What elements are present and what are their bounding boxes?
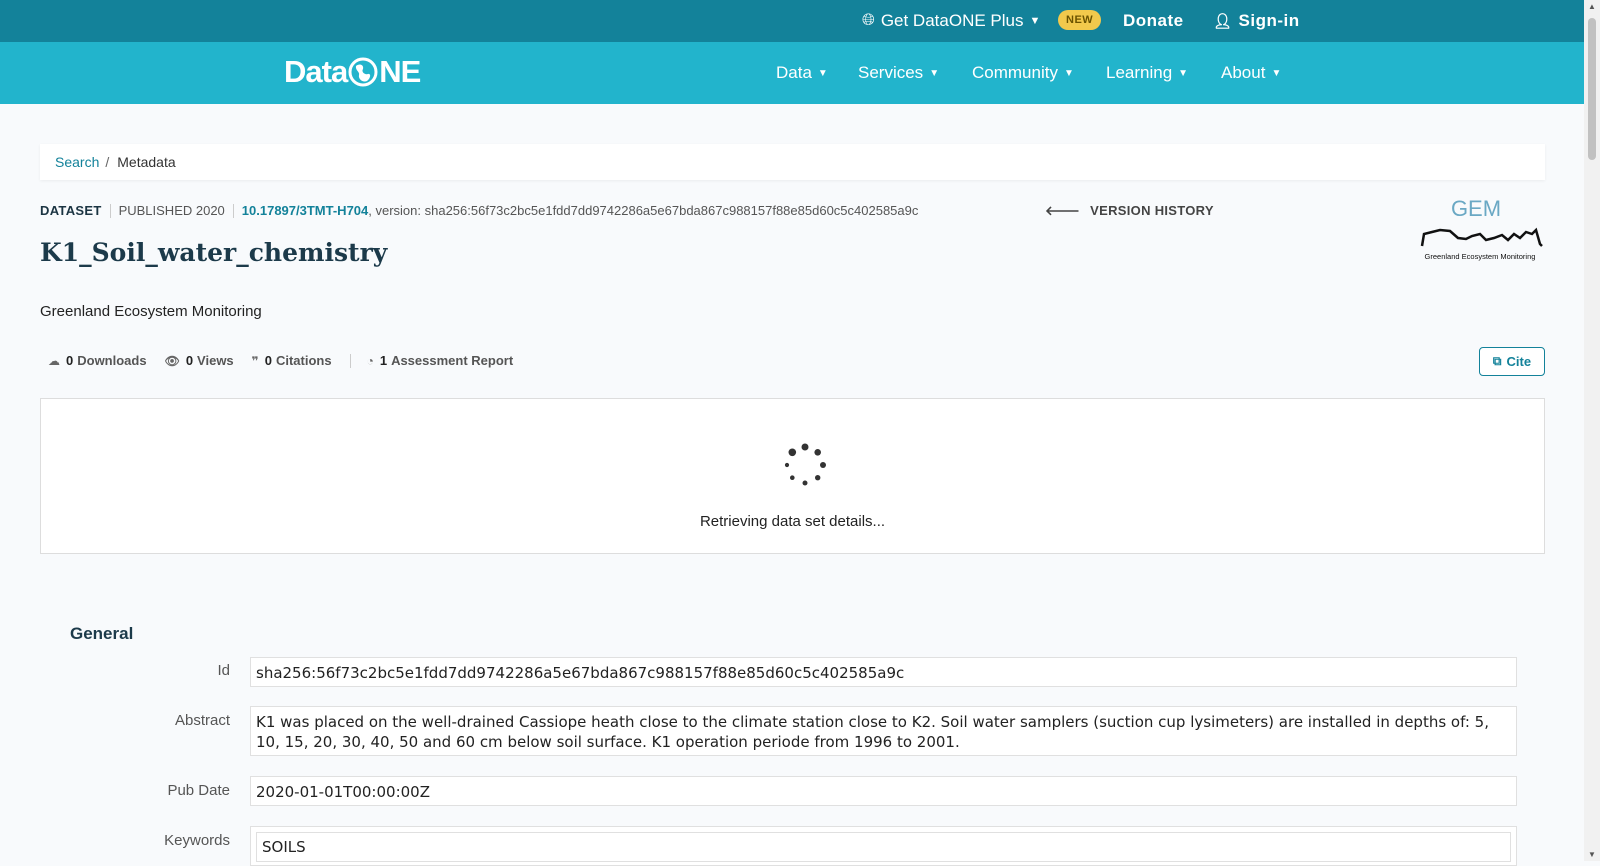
downloads-stat: ☁︎ 0 Downloads xyxy=(48,353,147,368)
globe-icon: 🌐︎ xyxy=(862,12,875,29)
quote-icon: ❞ xyxy=(251,353,259,368)
gem-logo-caption: Greenland Ecosystem Monitoring xyxy=(1425,252,1536,261)
nav-community-label: Community xyxy=(972,63,1058,82)
cite-button[interactable]: ⧉ Cite xyxy=(1479,347,1545,376)
cite-label: Cite xyxy=(1506,354,1532,369)
pub-date-value: 2020-01-01T00:00:00Z xyxy=(250,776,1517,806)
keyword-item: SOILS xyxy=(256,832,1511,862)
pub-date-label: Pub Date xyxy=(167,782,230,799)
chevron-down-icon: ▼ xyxy=(1063,67,1074,79)
loading-panel: Retrieving data set details... xyxy=(40,398,1545,554)
nav-services-label: Services xyxy=(858,63,924,82)
nav-learning[interactable]: Learning ▼ xyxy=(1106,42,1188,104)
cloud-download-icon: ☁︎ xyxy=(48,353,60,368)
breadcrumb-separator: / xyxy=(105,154,110,170)
general-heading: General xyxy=(70,624,134,643)
version-history-label: VERSION HISTORY xyxy=(1090,203,1214,218)
sign-in-label: Sign-in xyxy=(1238,11,1300,30)
divider xyxy=(349,353,351,368)
chevron-down-icon: ▼ xyxy=(1271,67,1282,79)
logo-text-left: Data xyxy=(284,54,348,89)
keywords-label: Keywords xyxy=(164,832,230,849)
nav-learning-label: Learning xyxy=(1106,63,1173,82)
nav-about[interactable]: About ▼ xyxy=(1221,42,1281,104)
breadcrumb-current: Metadata xyxy=(117,154,176,170)
nav-services[interactable]: Services ▼ xyxy=(858,42,939,104)
dataone-logo[interactable]: Data NE xyxy=(284,54,421,90)
nav-about-label: About xyxy=(1221,63,1266,82)
views-stat: 👁︎ 0 Views xyxy=(165,353,234,368)
reports-count: 1 xyxy=(379,353,388,368)
gem-logo-text: GEM xyxy=(1451,198,1501,221)
citations-count: 0 xyxy=(264,353,272,368)
loading-text: Retrieving data set details... xyxy=(699,513,886,530)
breadcrumb-search-link[interactable]: Search xyxy=(55,154,99,170)
scroll-down-icon[interactable]: ▼ xyxy=(1584,850,1600,859)
dataset-title: K1_Soil_water_chemistry xyxy=(40,238,388,267)
citations-label: Citations xyxy=(275,353,332,368)
eye-icon: 👁︎ xyxy=(164,353,180,368)
scroll-up-icon[interactable]: ▲ xyxy=(1584,2,1600,11)
id-label: Id xyxy=(217,662,230,679)
downloads-count: 0 xyxy=(66,353,74,368)
nav-data[interactable]: Data ▼ xyxy=(776,42,828,104)
user-icon: 👤︎ xyxy=(1213,13,1233,30)
copy-icon: ⧉ xyxy=(1492,354,1502,368)
top-utility-bar: 🌐︎ Get DataONE Plus ▼ NEW Donate 👤︎ Sign… xyxy=(0,0,1584,42)
gem-logo: GEM Greenland Ecosystem Monitoring xyxy=(1420,198,1543,261)
nav-data-label: Data xyxy=(776,63,812,82)
downloads-label: Downloads xyxy=(77,353,147,368)
dataset-meta-line: DATASET PUBLISHED 2020 10.17897/3TMT-H70… xyxy=(40,203,918,218)
doi-link[interactable]: 10.17897/3TMT-H704 xyxy=(242,203,368,218)
page-scrollbar[interactable]: ▲ ▼ xyxy=(1584,0,1600,861)
citations-stat: ❞ 0 Citations xyxy=(252,353,332,368)
divider xyxy=(109,203,111,218)
get-dataone-plus-menu[interactable]: 🌐︎ Get DataONE Plus ▼ xyxy=(862,0,1040,42)
dataset-stats: ☁︎ 0 Downloads 👁︎ 0 Views ❞ 0 Citations … xyxy=(48,353,531,368)
loading-spinner-icon xyxy=(784,443,826,486)
keywords-box: SOILS xyxy=(250,826,1517,866)
abstract-label: Abstract xyxy=(174,712,230,729)
chevron-down-icon: ▼ xyxy=(817,67,828,79)
dataset-type: DATASET xyxy=(40,203,102,218)
get-dataone-plus-label: Get DataONE Plus xyxy=(880,11,1024,30)
breadcrumb: Search / Metadata xyxy=(40,144,1545,180)
globe-logo-icon xyxy=(348,57,378,87)
logo-text-right: NE xyxy=(379,54,421,89)
assessment-report-link[interactable]: ◔ 1 Assessment Report xyxy=(367,353,514,368)
dataset-organization: Greenland Ecosystem Monitoring xyxy=(40,303,262,320)
views-label: Views xyxy=(197,353,234,368)
published-year: PUBLISHED 2020 xyxy=(118,203,225,218)
version-history-link[interactable]: 🡐 VERSION HISTORY xyxy=(1045,203,1214,219)
reports-label: Assessment Report xyxy=(391,353,514,368)
donate-link[interactable]: Donate xyxy=(1123,0,1184,42)
scrollbar-thumb[interactable] xyxy=(1588,18,1596,160)
id-value: sha256:56f73c2bc5e1fdd7dd9742286a5e67bda… xyxy=(250,657,1517,687)
chevron-down-icon: ▼ xyxy=(1178,67,1189,79)
views-count: 0 xyxy=(185,353,194,368)
gauge-icon: ◔ xyxy=(366,353,374,368)
arrow-left-icon: 🡐 xyxy=(1045,203,1081,218)
abstract-value: K1 was placed on the well-drained Cassio… xyxy=(250,706,1517,756)
nav-community[interactable]: Community ▼ xyxy=(972,42,1074,104)
divider xyxy=(232,203,234,218)
chevron-down-icon: ▼ xyxy=(929,67,940,79)
main-navbar: Data NE Data ▼ Services ▼ Community ▼ Learn… xyxy=(0,42,1584,104)
chevron-down-icon: ▼ xyxy=(1029,15,1041,27)
new-badge: NEW xyxy=(1058,10,1102,30)
sign-in-link[interactable]: 👤︎ Sign-in xyxy=(1213,0,1300,42)
version-id: , version: sha256:56f73c2bc5e1fdd7dd9742… xyxy=(368,203,919,218)
